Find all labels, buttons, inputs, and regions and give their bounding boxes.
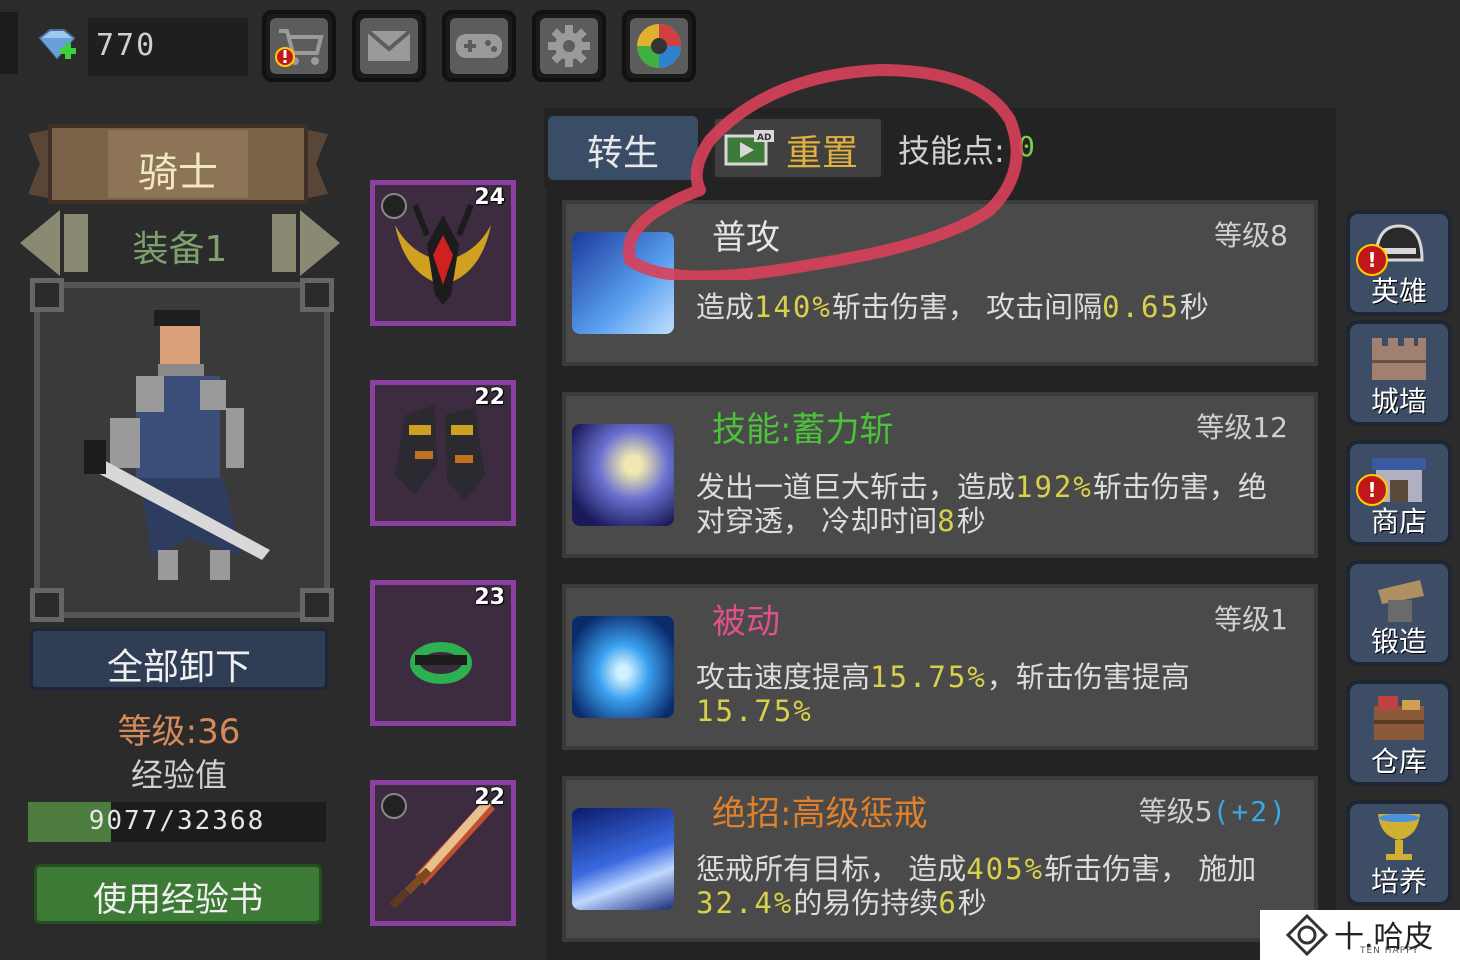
menu-label: 仓库 [1370, 745, 1427, 778]
watermark-logo-icon [1286, 914, 1328, 956]
hero-name: 骑士 [138, 150, 218, 196]
red-circle-annotation [622, 63, 1023, 280]
skill-card-passive[interactable]: 被动 等级1 攻击速度提高15.75%，斩击伤害提高15.75% [562, 584, 1318, 750]
skill-description: 造成140%斩击伤害， 攻击间隔0.65秒 [696, 290, 1209, 324]
equip-set-label: 装备1 [132, 229, 228, 270]
exp-label: 经验值 [130, 756, 227, 794]
hero-portrait [30, 278, 334, 622]
slot-lock-indicator [381, 193, 407, 219]
shop-cart-button[interactable] [262, 10, 336, 82]
skill-level: 等级1 [1214, 603, 1288, 636]
settings-button[interactable] [532, 10, 606, 82]
aura-ring-icon [572, 616, 674, 718]
top-left-strip [0, 12, 18, 74]
gem-plus-icon[interactable] [34, 28, 80, 68]
gem-count: 770 [96, 28, 157, 63]
item-level: 23 [474, 585, 505, 610]
menu-label: 城墙 [1370, 385, 1427, 418]
level-bonus: (+2) [1212, 795, 1288, 828]
equipment-slot-weapon[interactable]: 22 [370, 780, 516, 926]
cart-icon [275, 29, 324, 67]
equipment-slot-gauntlets[interactable]: 22 [370, 380, 516, 526]
item-level: 22 [474, 785, 505, 810]
menu-hero-button[interactable]: ! 英雄 [1346, 210, 1452, 316]
exp-value: 9077/32368 [88, 806, 266, 836]
watermark-subtext: TEN HAPPY [1360, 946, 1419, 956]
menu-wall-button[interactable]: 城墙 [1346, 320, 1452, 426]
frame-corner [300, 278, 334, 312]
gamepad-button[interactable] [442, 10, 516, 82]
skill-level: 等级5(+2) [1138, 795, 1288, 828]
frame-corner [30, 278, 64, 312]
menu-label: 商店 [1370, 505, 1427, 538]
knight-sprite-icon [84, 310, 270, 580]
equipment-slot-ring[interactable]: 23 [370, 580, 516, 726]
skill-card-charge-slash[interactable]: 技能:蓄力斩 等级12 发出一道巨大斩击，造成192%斩击伤害，绝对穿透， 冷却… [562, 392, 1318, 558]
skill-description: 攻击速度提高15.75%，斩击伤害提高15.75% [696, 660, 1190, 728]
skill-description: 惩戒所有目标， 造成405%斩击伤害， 施加32.4%的易伤持续6秒 [696, 852, 1257, 920]
next-set-arrow-icon[interactable] [272, 210, 340, 276]
chalice-icon [1378, 814, 1420, 860]
menu-warehouse-button[interactable]: 仓库 [1346, 680, 1452, 786]
skill-name: 被动 [712, 602, 780, 642]
hero-level: 等级:36 [117, 712, 241, 752]
slot-lock-indicator [381, 793, 407, 819]
wall-icon [1372, 338, 1426, 380]
equipment-slot-amulet[interactable]: 24 [370, 180, 516, 326]
mail-button[interactable] [352, 10, 426, 82]
menu-cultivate-button[interactable]: 培养 [1346, 800, 1452, 906]
skill-card-ultimate[interactable]: 绝招:高级惩戒 等级5(+2) 惩戒所有目标， 造成405%斩击伤害， 施加32… [562, 776, 1318, 942]
skill-level: 等级12 [1196, 411, 1288, 444]
menu-label: 培养 [1370, 865, 1427, 898]
prev-set-arrow-icon[interactable] [20, 210, 88, 276]
anvil-icon [1378, 580, 1424, 622]
frame-corner [300, 588, 334, 622]
use-exp-book-label[interactable]: 使用经验书 [34, 872, 322, 921]
menu-forge-button[interactable]: 锻造 [1346, 560, 1452, 666]
warehouse-icon [1374, 696, 1424, 740]
menu-shop-button[interactable]: ! 商店 [1346, 440, 1452, 546]
frame-corner [30, 588, 64, 622]
skill-name: 技能:蓄力斩 [712, 410, 894, 450]
crescent-slash-icon [572, 424, 674, 526]
skill-name: 绝招:高级惩戒 [712, 794, 928, 834]
gamepad-icon [456, 34, 502, 58]
item-level: 24 [474, 185, 505, 210]
item-level: 22 [474, 385, 505, 410]
judgment-strike-icon [572, 808, 674, 910]
mail-icon [366, 29, 412, 61]
gear-icon [548, 25, 590, 67]
unequip-all-label[interactable]: 全部卸下 [30, 638, 328, 690]
skill-level: 等级8 [1214, 219, 1288, 252]
menu-label: 英雄 [1370, 275, 1427, 308]
skill-description: 发出一道巨大斩击，造成192%斩击伤害，绝对穿透， 冷却时间8秒 [696, 470, 1267, 538]
menu-label: 锻造 [1370, 625, 1427, 658]
